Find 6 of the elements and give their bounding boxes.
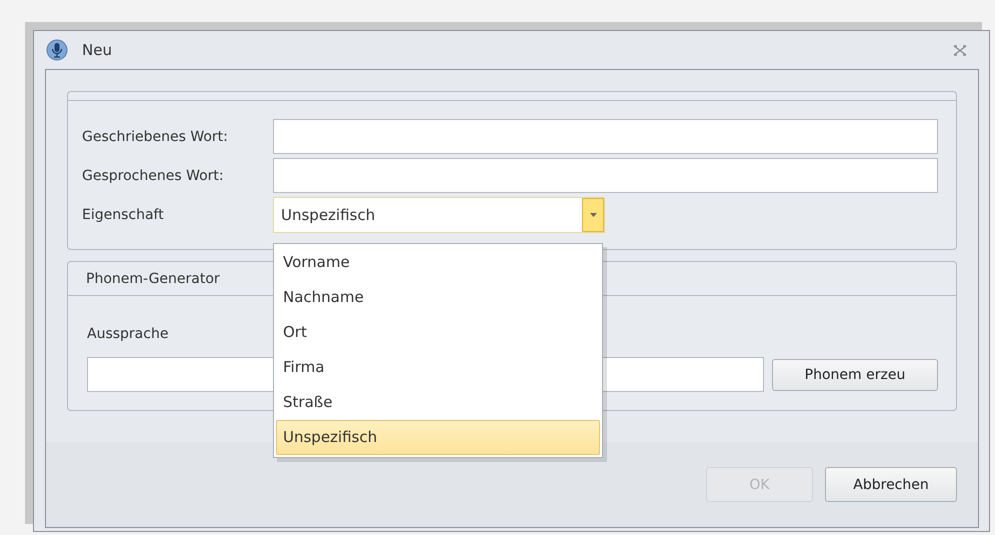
field-label: Eigenschaft	[82, 207, 165, 223]
field-label: Aussprache	[87, 326, 168, 342]
field-label: Geschriebenes Wort:	[82, 128, 229, 144]
window-title: Neu	[82, 41, 113, 59]
group-title: Phonem-Generator	[86, 270, 220, 286]
field-label: Gesprochenes Wort:	[82, 168, 225, 184]
